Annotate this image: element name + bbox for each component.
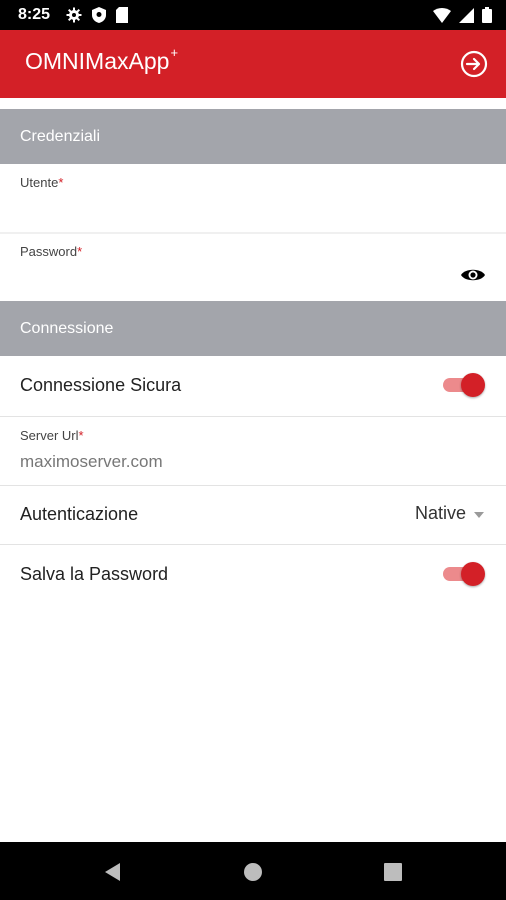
password-label: Password*: [20, 244, 82, 259]
authentication-value: Native: [414, 503, 466, 523]
secure-connection-label: Connessione Sicura: [20, 375, 182, 395]
login-icon[interactable]: [460, 50, 488, 78]
credentials-section-header: Credenziali: [0, 109, 506, 164]
toggle-thumb: [461, 562, 485, 586]
server-url-label-text: Server Url: [20, 428, 79, 443]
recents-icon[interactable]: [381, 860, 405, 884]
save-password-toggle[interactable]: [441, 561, 487, 587]
server-url-input[interactable]: maximoserver.com: [20, 452, 163, 472]
secure-connection-row[interactable]: Connessione Sicura: [0, 356, 506, 416]
username-field[interactable]: Utente*: [0, 164, 506, 232]
authentication-label: Autenticazione: [20, 504, 139, 524]
shield-icon: [92, 7, 106, 23]
username-label-text: Utente: [20, 175, 59, 190]
app-bar: OMNIMaxApp+: [0, 30, 506, 98]
username-label: Utente*: [20, 175, 63, 190]
wifi-icon: [433, 7, 451, 23]
sim-card-icon: [116, 7, 128, 23]
required-mark: *: [77, 244, 83, 259]
home-icon[interactable]: [241, 860, 265, 884]
eye-icon[interactable]: [460, 266, 486, 289]
back-icon[interactable]: [101, 860, 125, 884]
status-time: 8:25: [18, 6, 51, 23]
save-password-row[interactable]: Salva la Password: [0, 545, 506, 605]
authentication-select[interactable]: Native: [415, 503, 484, 524]
gear-icon: [66, 7, 82, 23]
app-title-text: OMNIMaxApp: [25, 48, 170, 74]
app-title-mark: +: [170, 45, 179, 61]
password-label-text: Password: [20, 244, 78, 259]
connection-section-header: Connessione: [0, 301, 506, 356]
save-password-label: Salva la Password: [20, 564, 169, 584]
navigation-bar: [0, 842, 506, 900]
signal-icon: [459, 7, 474, 23]
server-url-label: Server Url*: [20, 428, 84, 443]
authentication-row[interactable]: Autenticazione Native: [0, 486, 506, 544]
required-mark: *: [58, 175, 64, 190]
password-field[interactable]: Password*: [0, 234, 506, 301]
secure-connection-toggle[interactable]: [441, 372, 487, 398]
server-url-field[interactable]: Server Url* maximoserver.com: [0, 417, 506, 485]
status-bar: 8:25: [0, 0, 506, 30]
app-title: OMNIMaxApp+: [25, 45, 179, 75]
toggle-thumb: [461, 373, 485, 397]
required-mark: *: [78, 428, 84, 443]
caret-down-icon: [474, 505, 484, 523]
battery-icon: [482, 7, 492, 23]
